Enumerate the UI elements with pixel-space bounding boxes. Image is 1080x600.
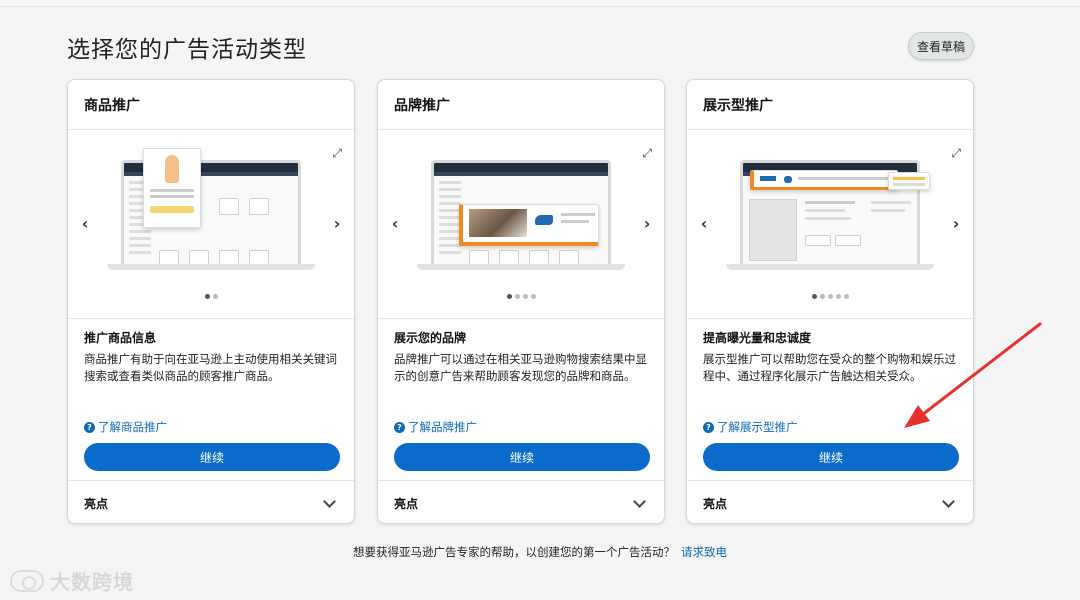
chevron-left-icon[interactable]: ‹: [697, 214, 711, 233]
preview-illustration: [417, 160, 625, 270]
highlights-toggle[interactable]: 亮点: [687, 480, 973, 523]
chevron-left-icon[interactable]: ‹: [78, 214, 92, 233]
highlights-toggle[interactable]: 亮点: [68, 480, 354, 523]
learn-more-label[interactable]: 了解展示型推广: [717, 419, 798, 435]
top-divider: [0, 6, 1080, 7]
question-circle-icon: ?: [84, 421, 95, 433]
preview-carousel: ⤢ ‹ ›: [378, 130, 664, 319]
learn-more-label[interactable]: 了解商品推广: [98, 419, 167, 435]
page-title: 选择您的广告活动类型: [67, 37, 307, 63]
learn-more-link[interactable]: ? 了解展示型推广: [703, 419, 798, 435]
carousel-dots: [378, 294, 664, 299]
section-title: 提高曝光量和忠诚度: [703, 331, 812, 345]
carousel-dot[interactable]: [835, 294, 841, 299]
carousel-dot[interactable]: [811, 294, 817, 299]
learn-more-link[interactable]: ? 了解商品推广: [84, 419, 167, 435]
expand-icon[interactable]: ⤢: [951, 146, 961, 161]
help-text: 想要获得亚马逊广告专家的帮助，以创建您的第一个广告活动？: [353, 545, 675, 559]
preview-carousel: ⤢ ‹ ›: [68, 130, 354, 319]
preview-carousel: ⤢ ‹ ›: [687, 130, 973, 319]
chevron-down-icon[interactable]: [323, 494, 336, 508]
continue-button[interactable]: 继续: [394, 443, 650, 471]
chevron-down-icon[interactable]: [633, 494, 646, 508]
carousel-dot[interactable]: [212, 294, 218, 299]
carousel-dot[interactable]: [204, 294, 210, 299]
card-title: 展示型推广: [687, 80, 973, 130]
highlights-label: 亮点: [394, 496, 419, 511]
carousel-dot[interactable]: [827, 294, 833, 299]
carousel-dot[interactable]: [514, 294, 520, 299]
carousel-dot[interactable]: [819, 294, 825, 299]
card-title: 品牌推广: [378, 80, 664, 130]
preview-illustration: [726, 160, 934, 270]
carousel-dots: [68, 294, 354, 299]
campaign-card-sponsored-products: 商品推广 ⤢ ‹ › 推广商品信息 商品推广有助于向在亚马逊上主动使用相关关键词…: [67, 79, 355, 524]
view-drafts-button[interactable]: 查看草稿: [908, 32, 974, 60]
carousel-dot[interactable]: [522, 294, 528, 299]
carousel-dot[interactable]: [506, 294, 512, 299]
continue-button[interactable]: 继续: [84, 443, 340, 471]
section-description: 展示型推广可以帮助您在受众的整个购物和娱乐过程中、通过程序化展示广告触达相关受众…: [703, 352, 956, 383]
carousel-dot[interactable]: [843, 294, 849, 299]
chevron-right-icon[interactable]: ›: [949, 214, 963, 233]
expand-icon[interactable]: ⤢: [642, 146, 652, 161]
section-description: 商品推广有助于向在亚马逊上主动使用相关关键词搜索或查看类似商品的顾客推广商品。: [84, 352, 337, 383]
chevron-left-icon[interactable]: ‹: [388, 214, 402, 233]
learn-more-label[interactable]: 了解品牌推广: [408, 419, 477, 435]
highlights-label: 亮点: [84, 496, 109, 511]
carousel-dots: [687, 294, 973, 299]
section-description: 品牌推广可以通过在相关亚马逊购物搜索结果中显示的创意广告来帮助顾客发现您的品牌和…: [394, 352, 647, 383]
continue-button[interactable]: 继续: [703, 443, 959, 471]
section-title: 展示您的品牌: [394, 331, 467, 345]
question-circle-icon: ?: [394, 421, 405, 433]
watermark-text: 大数跨境: [50, 570, 134, 594]
watermark-logo-icon: [10, 569, 44, 592]
learn-more-link[interactable]: ? 了解品牌推广: [394, 419, 477, 435]
request-call-link[interactable]: 请求致电: [681, 545, 727, 559]
question-circle-icon: ?: [703, 421, 714, 433]
campaign-card-sponsored-display: 展示型推广 ⤢ ‹ › 提高曝光量和忠诚度 展示型推广可以帮助您在受众的整个购物…: [686, 79, 974, 524]
section-title: 推广商品信息: [84, 331, 157, 345]
expand-icon[interactable]: ⤢: [332, 146, 342, 161]
chevron-down-icon[interactable]: [942, 494, 955, 508]
campaign-card-sponsored-brands: 品牌推广 ⤢ ‹ › 展示您的品牌 品牌推广可以通过在相关亚马逊购物搜索结果中显…: [377, 79, 665, 524]
chevron-right-icon[interactable]: ›: [330, 214, 344, 233]
carousel-dot[interactable]: [530, 294, 536, 299]
help-prompt: 想要获得亚马逊广告专家的帮助，以创建您的第一个广告活动？ 请求致电: [0, 544, 1080, 560]
highlights-toggle[interactable]: 亮点: [378, 480, 664, 523]
card-title: 商品推广: [68, 80, 354, 130]
chevron-right-icon[interactable]: ›: [640, 214, 654, 233]
highlights-label: 亮点: [703, 496, 728, 511]
preview-illustration: [107, 148, 315, 270]
watermark: 大数跨境: [10, 566, 134, 595]
